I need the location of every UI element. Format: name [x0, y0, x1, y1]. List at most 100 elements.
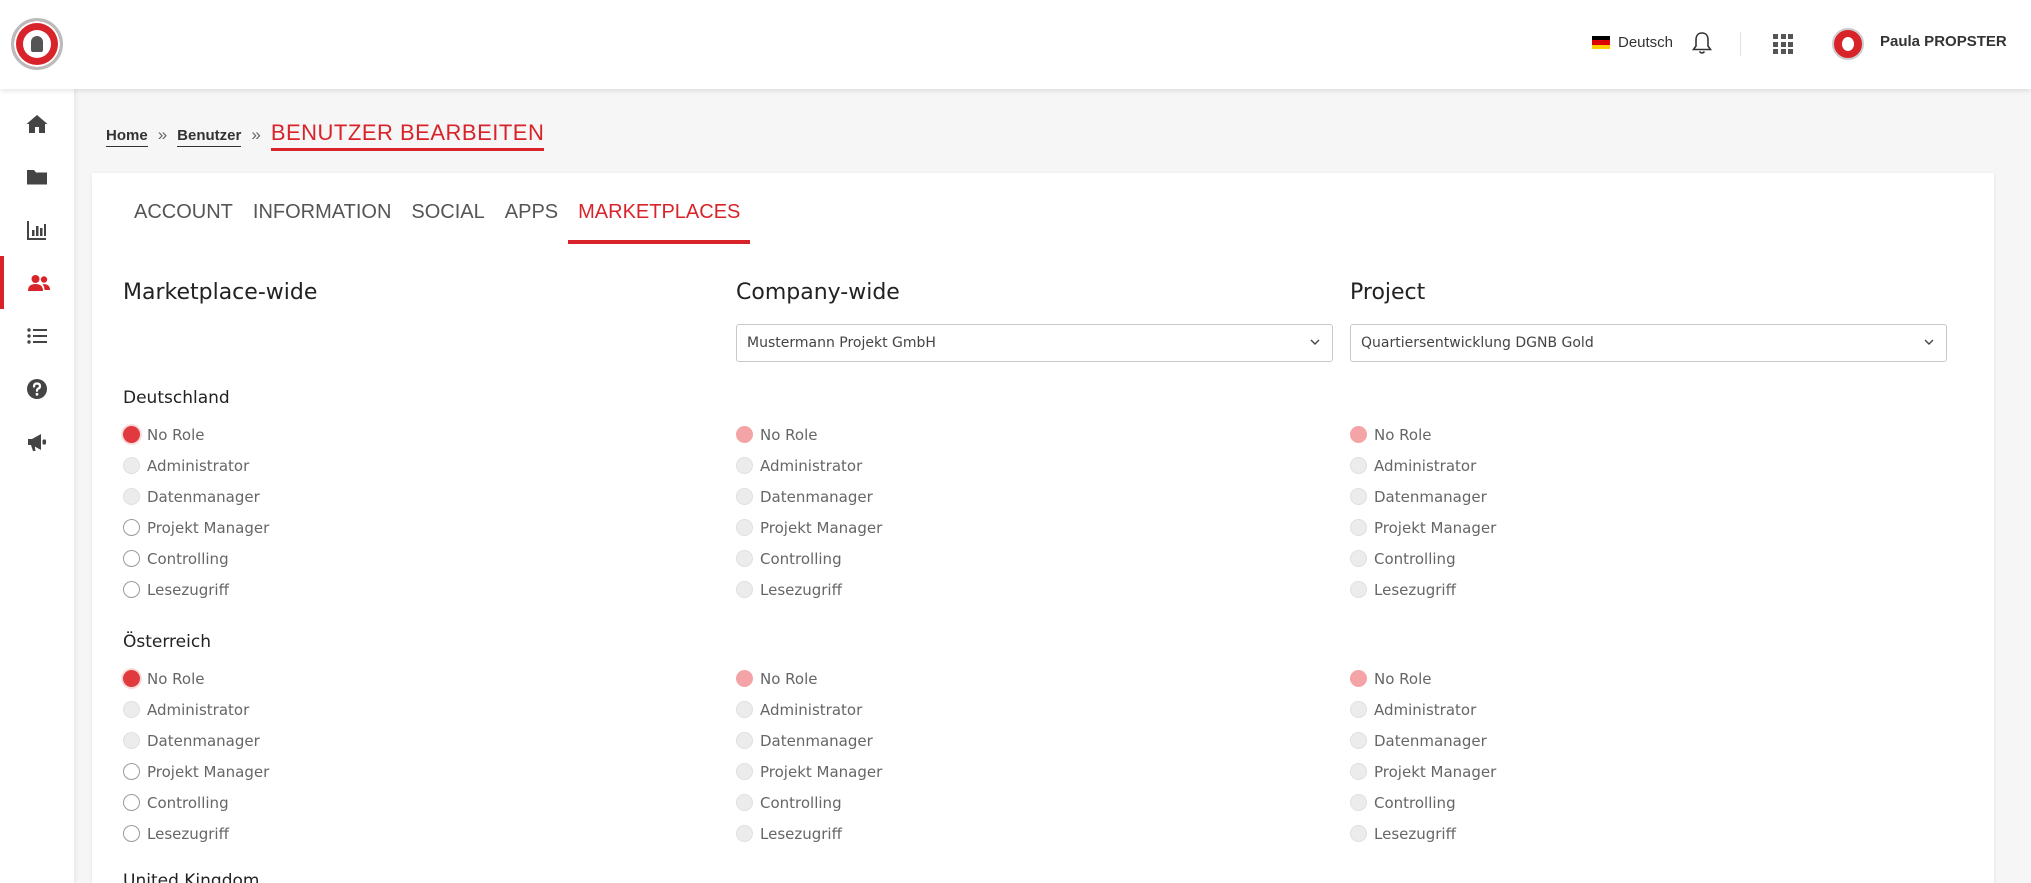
radio-button [1350, 794, 1367, 811]
tab-account[interactable]: ACCOUNT [124, 201, 243, 244]
tab-marketplaces[interactable]: MARKETPLACES [568, 201, 751, 244]
tab-bar: ACCOUNT INFORMATION SOCIAL APPS MARKETPL… [124, 201, 751, 244]
country-label-deutschland: Deutschland [123, 388, 230, 408]
radio-button[interactable] [123, 763, 140, 780]
radio-button[interactable] [123, 825, 140, 842]
role-option[interactable]: Projekt Manager [123, 512, 269, 543]
role-option[interactable]: Lesezugriff [123, 818, 269, 849]
radio-button [1350, 550, 1367, 567]
sidebar-item-projects[interactable] [0, 150, 74, 203]
sidebar-item-users[interactable] [0, 256, 74, 309]
oesterreich-project-roles: No Role Administrator Datenmanager Proje… [1350, 663, 1496, 849]
role-option: Projekt Manager [736, 512, 882, 543]
company-wide-heading: Company-wide [736, 280, 900, 305]
radio-button[interactable] [123, 581, 140, 598]
role-option: Lesezugriff [736, 574, 882, 605]
radio-button[interactable] [123, 426, 140, 443]
breadcrumb: Home » Benutzer » BENUTZER BEARBEITEN [106, 120, 545, 151]
role-option[interactable]: No Role [123, 419, 269, 450]
logo[interactable] [11, 18, 63, 70]
radio-button [1350, 519, 1367, 536]
chevron-down-icon [1310, 339, 1320, 345]
deutschland-company-roles: No Role Administrator Datenmanager Proje… [736, 419, 882, 605]
radio-button [1350, 488, 1367, 505]
radio-button [1350, 426, 1367, 443]
project-select[interactable]: Quartiersentwicklung DGNB Gold [1350, 324, 1947, 362]
company-select[interactable]: Mustermann Projekt GmbH [736, 324, 1333, 362]
role-option: Lesezugriff [1350, 574, 1496, 605]
help-icon [27, 378, 47, 399]
role-option: Administrator [123, 694, 269, 725]
home-icon [26, 114, 48, 133]
country-label-partial: United Kingdom [123, 871, 260, 883]
page-title: BENUTZER BEARBEITEN [270, 120, 545, 151]
role-option: Controlling [736, 543, 882, 574]
chevron-down-icon [1924, 339, 1934, 345]
radio-button [123, 457, 140, 474]
role-option: Datenmanager [1350, 481, 1496, 512]
breadcrumb-users[interactable]: Benutzer [177, 127, 242, 147]
radio-button [1350, 732, 1367, 749]
avatar[interactable] [1832, 28, 1864, 60]
radio-button [1350, 763, 1367, 780]
radio-button [1350, 825, 1367, 842]
tab-information[interactable]: INFORMATION [243, 201, 402, 244]
radio-button [736, 763, 753, 780]
radio-button [123, 701, 140, 718]
radio-button [1350, 701, 1367, 718]
user-name[interactable]: Paula PROPSTER [1880, 33, 2007, 50]
role-option: Datenmanager [123, 725, 269, 756]
role-option: Projekt Manager [1350, 756, 1496, 787]
company-select-value: Mustermann Projekt GmbH [747, 335, 936, 351]
language-label: Deutsch [1618, 34, 1674, 51]
role-option: Datenmanager [736, 725, 882, 756]
role-option[interactable]: Controlling [123, 543, 269, 574]
radio-button[interactable] [123, 519, 140, 536]
sidebar-item-announcements[interactable] [0, 415, 74, 468]
oesterreich-marketplace-roles: No Role Administrator Datenmanager Proje… [123, 663, 269, 849]
deutschland-marketplace-roles: No Role Administrator Datenmanager Proje… [123, 419, 269, 605]
oesterreich-company-roles: No Role Administrator Datenmanager Proje… [736, 663, 882, 849]
role-option: Controlling [1350, 543, 1496, 574]
role-option: Projekt Manager [1350, 512, 1496, 543]
role-option: Datenmanager [1350, 725, 1496, 756]
role-option: Datenmanager [123, 481, 269, 512]
radio-button [736, 701, 753, 718]
role-option: Administrator [736, 694, 882, 725]
role-option: Administrator [1350, 694, 1496, 725]
megaphone-icon [28, 433, 46, 451]
tab-social[interactable]: SOCIAL [401, 201, 494, 244]
deutschland-project-roles: No Role Administrator Datenmanager Proje… [1350, 419, 1496, 605]
tab-apps[interactable]: APPS [495, 201, 568, 244]
sidebar-item-lists[interactable] [0, 309, 74, 362]
language-selector[interactable]: Deutsch [1592, 34, 1673, 51]
radio-button [736, 426, 753, 443]
breadcrumb-home[interactable]: Home [106, 127, 148, 147]
role-option[interactable]: No Role [123, 663, 269, 694]
radio-button [736, 581, 753, 598]
role-option: No Role [736, 419, 882, 450]
role-option[interactable]: Controlling [123, 787, 269, 818]
role-option[interactable]: Lesezugriff [123, 574, 269, 605]
breadcrumb-separator: » [157, 125, 168, 144]
radio-button [1350, 670, 1367, 687]
radio-button [736, 550, 753, 567]
sidebar-item-help[interactable] [0, 362, 74, 415]
sidebar [0, 89, 74, 883]
apps-grid-icon[interactable] [1773, 34, 1793, 54]
role-option: Administrator [123, 450, 269, 481]
german-flag-icon [1592, 36, 1610, 49]
radio-button[interactable] [123, 794, 140, 811]
bell-icon[interactable] [1690, 30, 1714, 56]
radio-button [736, 825, 753, 842]
role-option[interactable]: Projekt Manager [123, 756, 269, 787]
sidebar-item-home[interactable] [0, 97, 74, 150]
radio-button [736, 670, 753, 687]
radio-button[interactable] [123, 550, 140, 567]
sidebar-item-reports[interactable] [0, 203, 74, 256]
list-icon [27, 327, 47, 344]
radio-button [1350, 457, 1367, 474]
project-select-value: Quartiersentwicklung DGNB Gold [1361, 335, 1594, 351]
role-option: Administrator [1350, 450, 1496, 481]
radio-button[interactable] [123, 670, 140, 687]
